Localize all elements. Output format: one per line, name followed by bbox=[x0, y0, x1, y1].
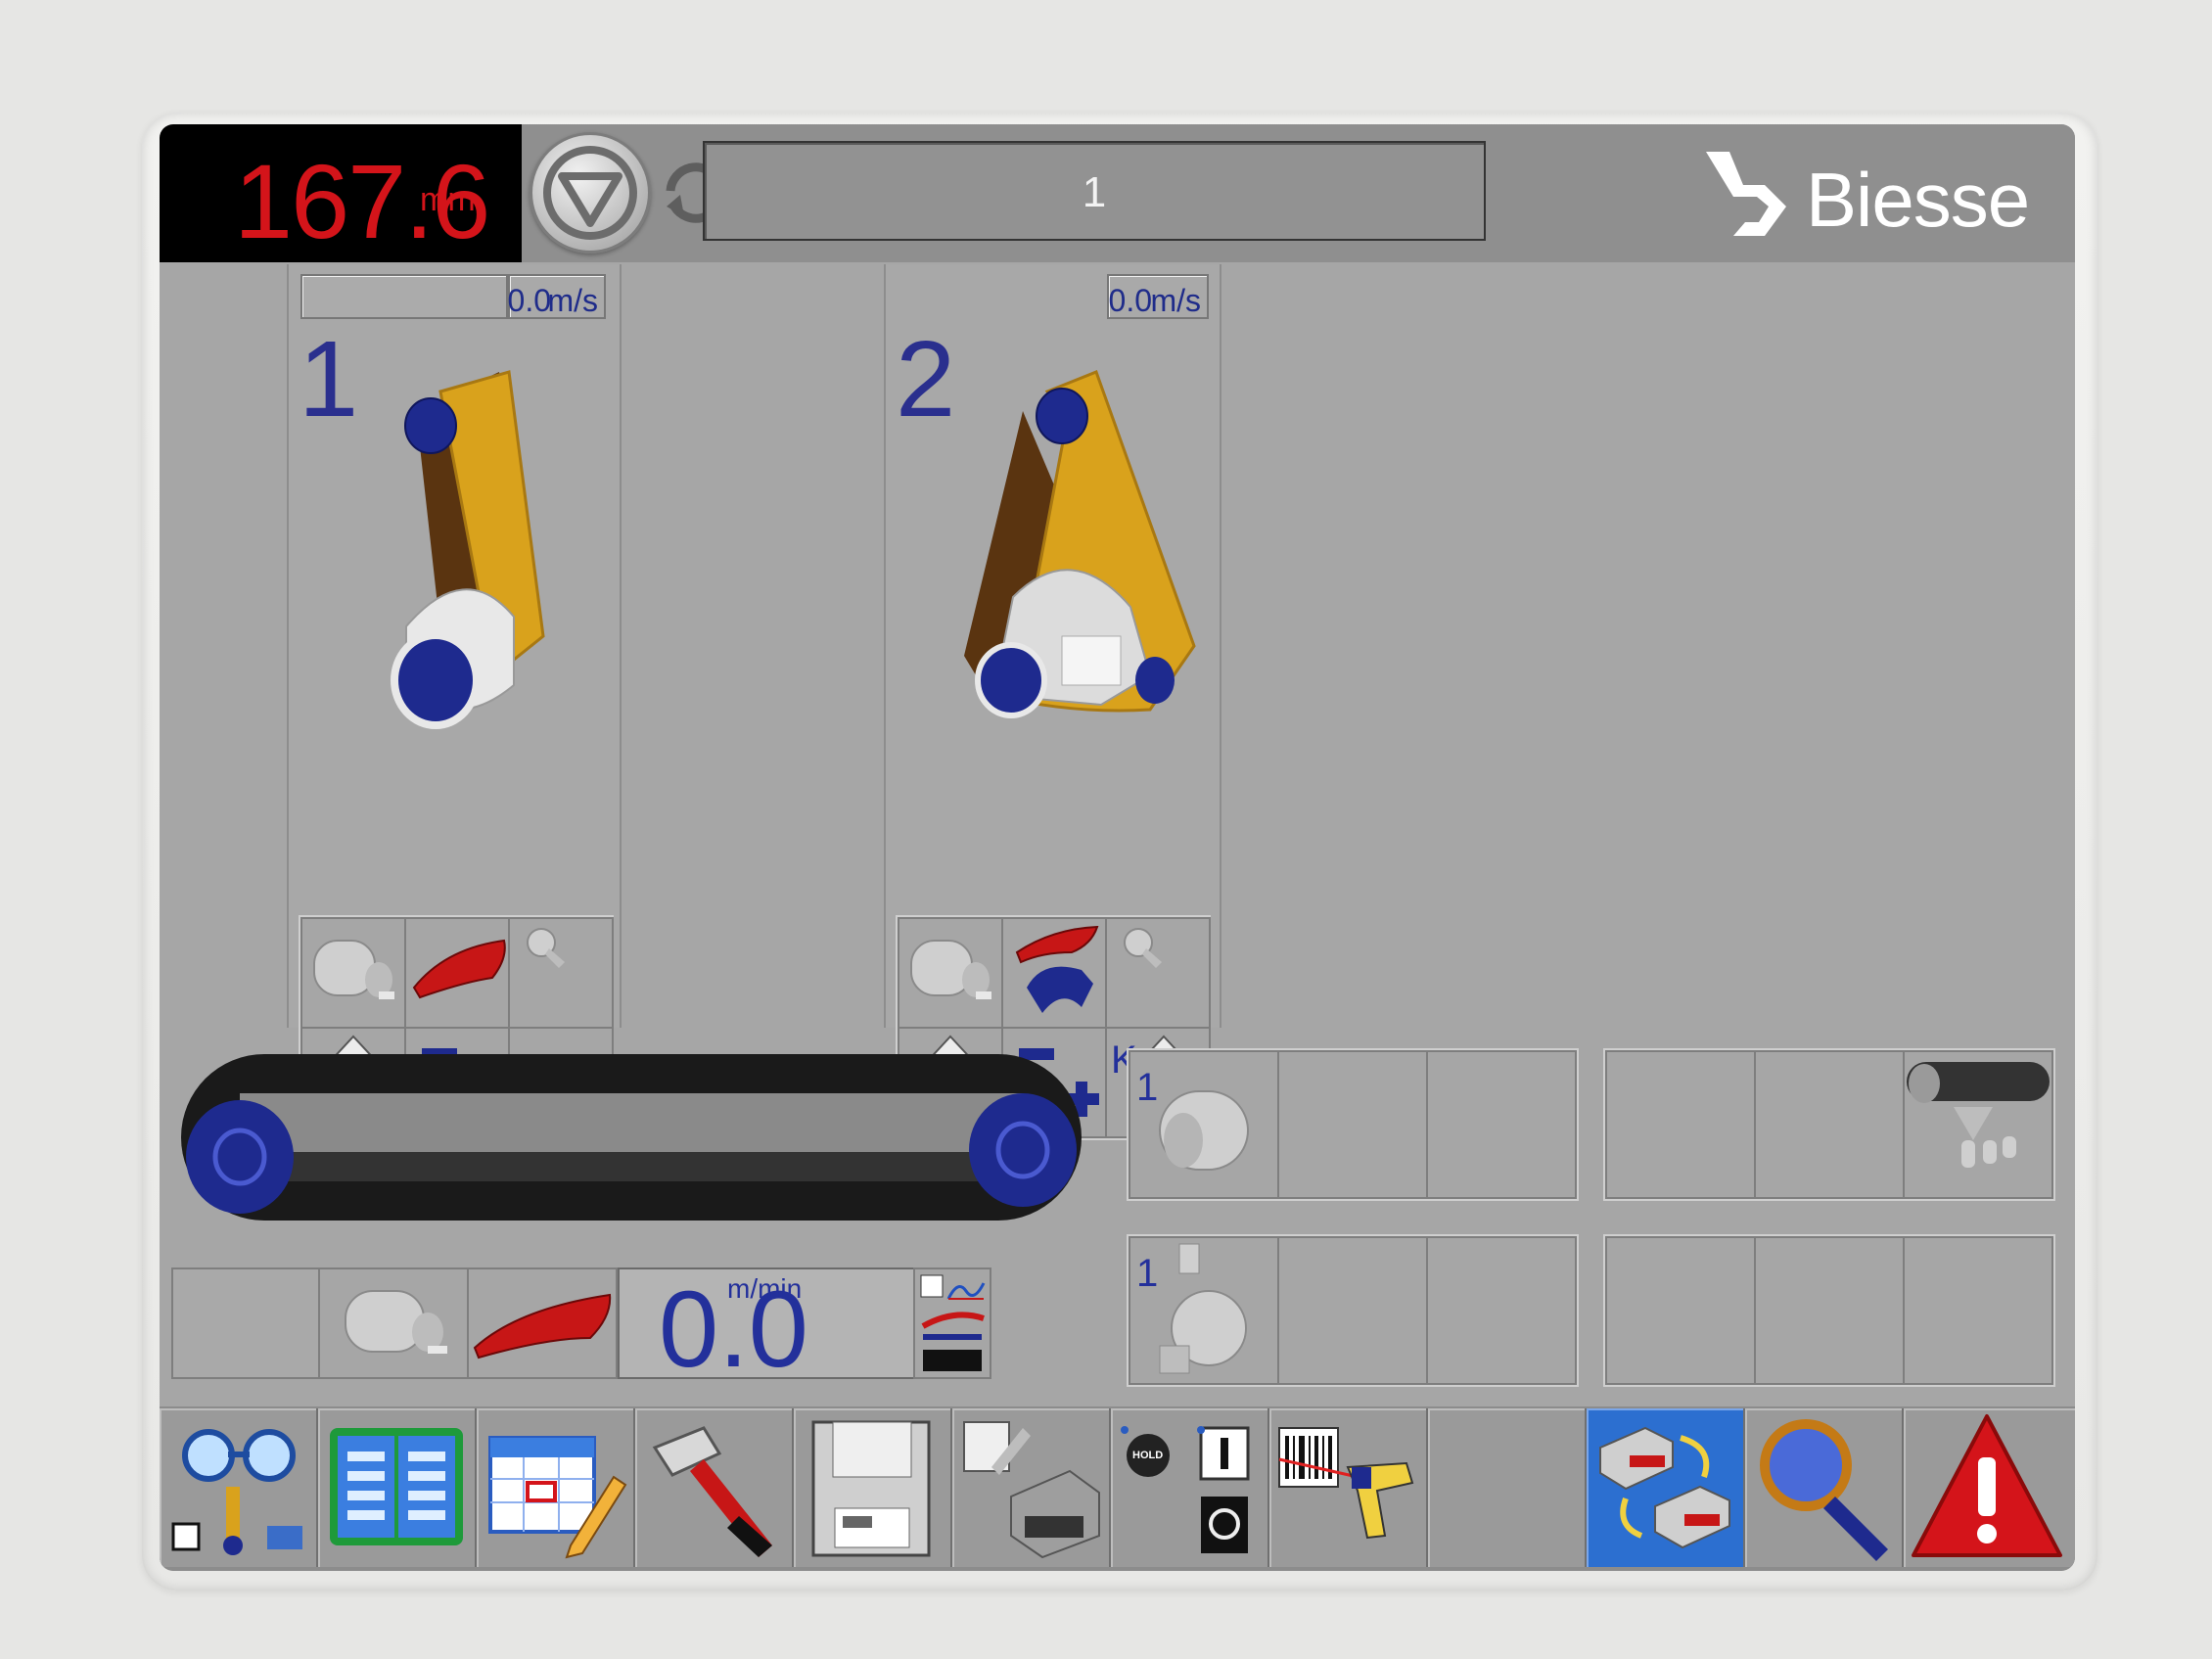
feed-chart-cell[interactable] bbox=[913, 1267, 991, 1379]
tooling-button[interactable] bbox=[635, 1408, 794, 1567]
empty-cell bbox=[1903, 1236, 2053, 1385]
unit-panel-2[interactable]: 0.0 m/s 2 K bbox=[884, 264, 1221, 1140]
empty-tool-slot bbox=[1428, 1408, 1587, 1567]
bottom-toolbar: HOLD bbox=[160, 1406, 2075, 1571]
manual-button[interactable] bbox=[318, 1408, 477, 1567]
search-button[interactable] bbox=[1745, 1408, 1904, 1567]
unit-1-motor-cell[interactable] bbox=[300, 917, 406, 1029]
empty-cell bbox=[1277, 1050, 1428, 1199]
unit-2-nozzle-cell[interactable] bbox=[1105, 917, 1211, 1029]
schedule-button[interactable] bbox=[477, 1408, 635, 1567]
group-a-label: 1 bbox=[1136, 1066, 1159, 1109]
unit-1-shoe-cell[interactable] bbox=[404, 917, 510, 1029]
empty-cell bbox=[1754, 1236, 1905, 1385]
empty-cell bbox=[1605, 1050, 1756, 1199]
empty-cell bbox=[1605, 1236, 1756, 1385]
header-bar: 167.6 mm 1 Biesse bbox=[160, 124, 2075, 262]
machine-edit-button[interactable] bbox=[952, 1408, 1111, 1567]
unit-2-shoe-cell[interactable] bbox=[1001, 917, 1107, 1029]
conveyor-belt-illustration[interactable] bbox=[171, 1035, 1111, 1250]
stop-button[interactable] bbox=[530, 132, 651, 253]
feed-config-row: 0.0 m/min bbox=[171, 1267, 991, 1390]
brand-logo: Biesse bbox=[1696, 146, 2039, 244]
shoe-icon bbox=[1015, 925, 1099, 1013]
manual-icon bbox=[330, 1428, 463, 1545]
hold-label: HOLD bbox=[1132, 1450, 1164, 1461]
message-text: 1 bbox=[1082, 168, 1107, 216]
machine-edit-icon bbox=[963, 1421, 1100, 1559]
roller-cell[interactable]: 1 bbox=[1129, 1050, 1279, 1199]
empty-cell bbox=[1426, 1050, 1577, 1199]
unit-2-speed-value: 0.0 bbox=[1108, 283, 1152, 318]
swap-machine-button[interactable] bbox=[1587, 1408, 1745, 1567]
feed-empty-cell bbox=[171, 1267, 320, 1379]
blower-cell[interactable]: 1 bbox=[1129, 1236, 1279, 1385]
barcode-scanner-icon bbox=[1278, 1427, 1414, 1540]
sanding-belt-1-illustration bbox=[391, 370, 545, 729]
feed-speed-display[interactable]: 0.0 m/min bbox=[618, 1267, 915, 1390]
motor-icon bbox=[910, 940, 991, 999]
brush-grid-b-top bbox=[1603, 1048, 2055, 1201]
hammer-icon bbox=[652, 1426, 772, 1557]
calendar-icon bbox=[488, 1436, 627, 1559]
position-counter: 167.6 mm bbox=[160, 124, 522, 262]
feed-shoe-cell[interactable] bbox=[467, 1267, 618, 1379]
group-b-label: 1 bbox=[1136, 1252, 1159, 1295]
unit-1-progress-field bbox=[300, 274, 508, 319]
nozzle-icon bbox=[527, 928, 565, 968]
unit-2-motor-cell[interactable] bbox=[898, 917, 1003, 1029]
counter-unit: mm bbox=[420, 181, 476, 218]
unit-1-number: 1 bbox=[299, 319, 359, 439]
unit-2-speed-field: 0.0 m/s bbox=[1107, 274, 1209, 319]
unit-2-number: 2 bbox=[896, 319, 956, 439]
biesse-logo bbox=[1706, 152, 1786, 236]
feed-motor-cell[interactable] bbox=[318, 1267, 469, 1379]
speed-graph-icon bbox=[920, 1274, 986, 1371]
glasses-icon bbox=[171, 1429, 302, 1555]
sanding-belt-2-illustration bbox=[964, 370, 1196, 718]
unit-1-speed-field: 0.0 m/s bbox=[508, 274, 606, 319]
floppy-icon bbox=[811, 1420, 931, 1557]
shoe-icon bbox=[473, 1293, 612, 1359]
save-button[interactable] bbox=[794, 1408, 952, 1567]
nozzle-icon bbox=[1124, 928, 1162, 968]
view-settings-button[interactable] bbox=[160, 1408, 318, 1567]
motor-icon bbox=[345, 1290, 447, 1354]
unit-1-nozzle-cell[interactable] bbox=[508, 917, 614, 1029]
magnifier-icon bbox=[1760, 1419, 1888, 1561]
brush-icon bbox=[1907, 1062, 2050, 1168]
blower-grid-b-bottom bbox=[1603, 1234, 2055, 1387]
empty-cell bbox=[1754, 1050, 1905, 1199]
motor-icon bbox=[313, 940, 394, 999]
unit-2-speed-unit: m/s bbox=[1150, 283, 1201, 318]
hmi-screen: 167.6 mm 1 Biesse 0.0 m/s 1 0.0 m/s 2 K … bbox=[160, 124, 2075, 1571]
brand-name: Biesse bbox=[1806, 157, 2030, 243]
stop-icon bbox=[543, 146, 637, 240]
barcode-button[interactable] bbox=[1269, 1408, 1428, 1567]
hold-onoff-panel[interactable]: HOLD bbox=[1111, 1408, 1269, 1567]
swap-machine-icon bbox=[1599, 1426, 1730, 1549]
unit-panel-1[interactable]: 0.0 m/s 1 bbox=[287, 264, 622, 1140]
shoe-icon bbox=[412, 939, 506, 999]
message-field: 1 bbox=[703, 141, 1486, 241]
unit-1-speed-value: 0.0 bbox=[507, 283, 551, 318]
blower-grid-a-bottom: 1 bbox=[1127, 1234, 1579, 1387]
warning-icon bbox=[1912, 1414, 2062, 1557]
brush-grid-a-top: 1 bbox=[1127, 1048, 1579, 1201]
unit-1-speed-unit: m/s bbox=[547, 283, 598, 318]
alarm-button[interactable] bbox=[1904, 1408, 2075, 1567]
hold-icon[interactable] bbox=[1111, 1408, 1267, 1565]
empty-cell bbox=[1426, 1236, 1577, 1385]
brush-cell[interactable] bbox=[1903, 1050, 2053, 1199]
empty-cell bbox=[1277, 1236, 1428, 1385]
feed-speed-unit: m/min bbox=[727, 1273, 803, 1304]
